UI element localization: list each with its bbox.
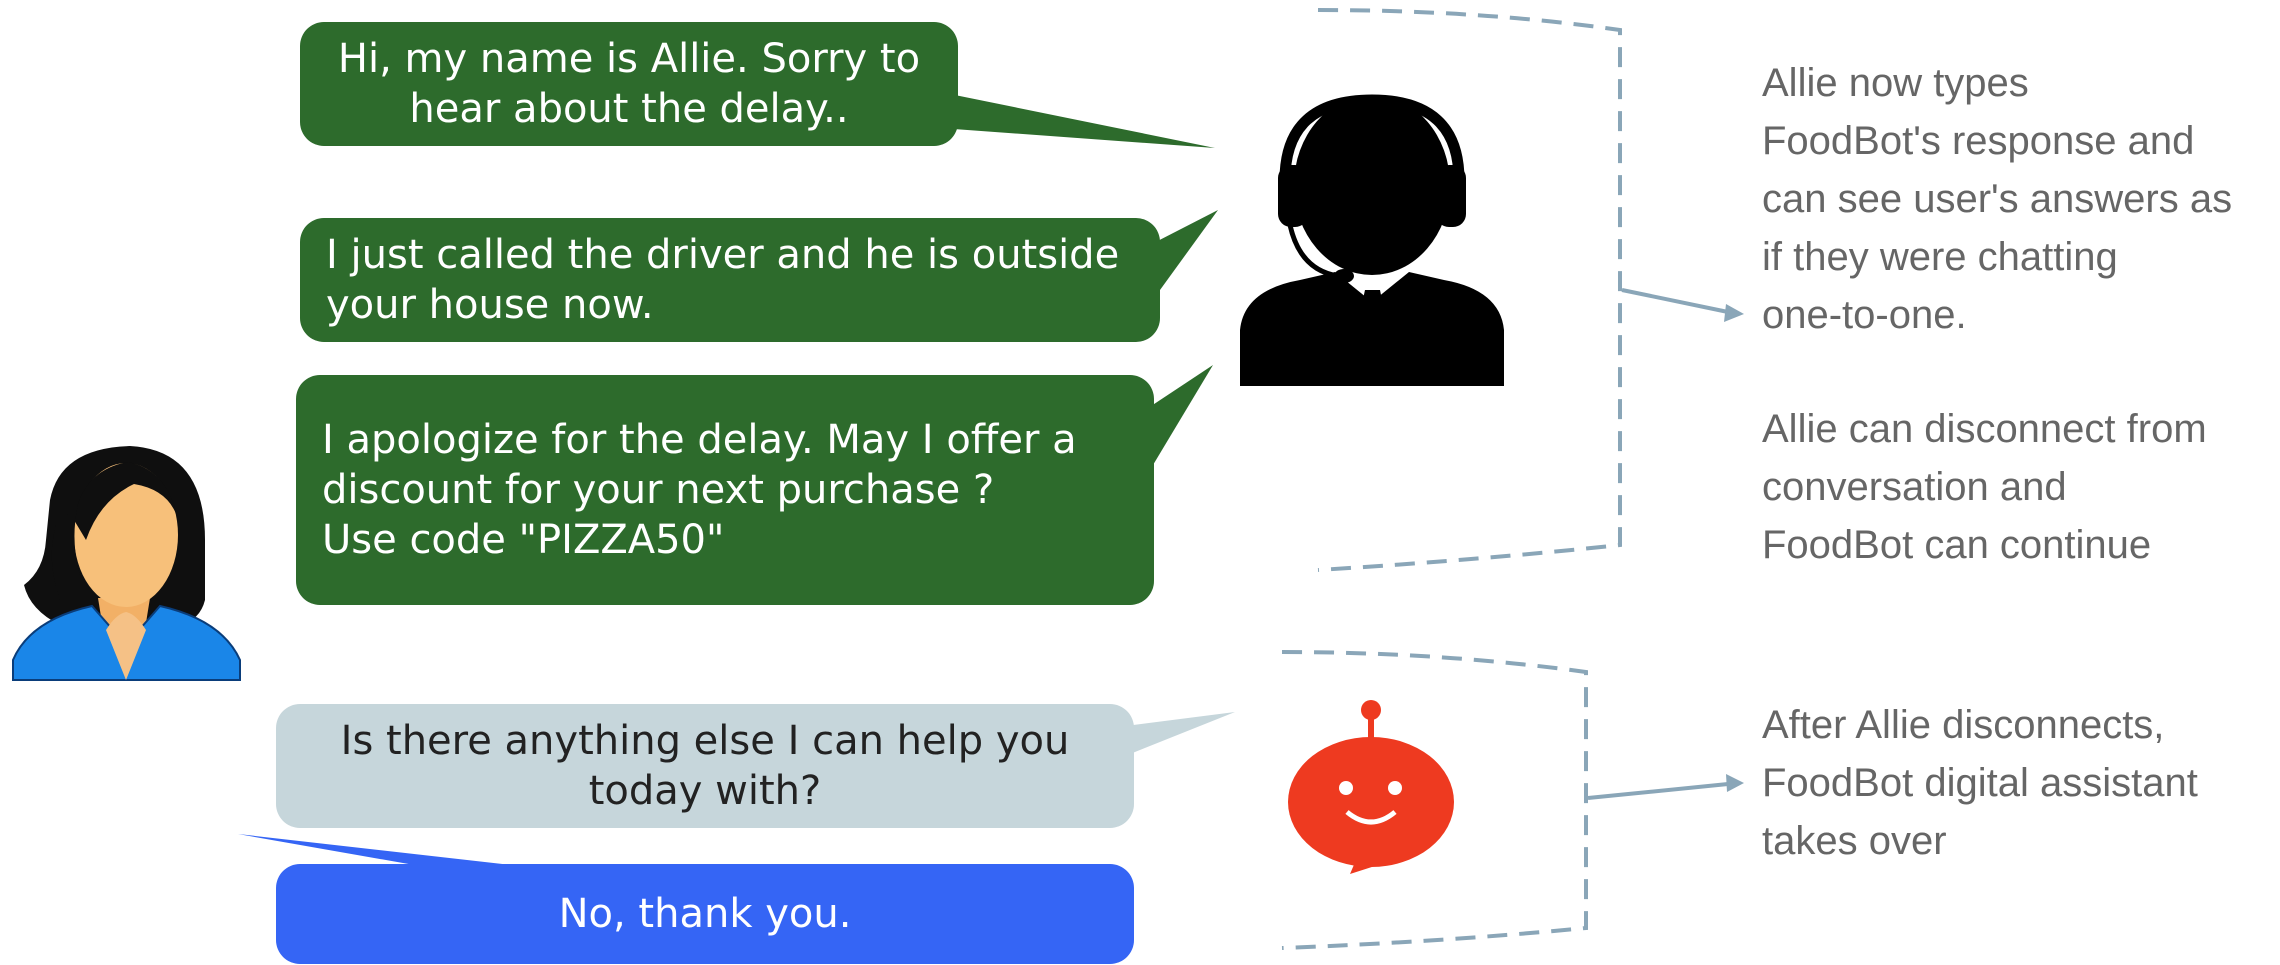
user-bubble-no-thanks: No, thank you. [276, 864, 1134, 964]
bubble-tail-5 [238, 834, 520, 866]
agent-note: Allie now types FoodBot's response and c… [1762, 54, 2232, 344]
bubble-line: Use code "PIZZA50" [322, 517, 725, 563]
note-line: After Allie disconnects, [1762, 703, 2165, 747]
note-line: conversation and [1762, 465, 2067, 509]
agent-arrow [1621, 288, 1729, 314]
woman-avatar-icon [12, 446, 241, 681]
headset-agent-icon [1240, 94, 1504, 386]
note-line: FoodBot's response and [1762, 119, 2195, 163]
note-line: can see user's answers as [1762, 177, 2233, 221]
bubble-line: hear about the delay.. [409, 86, 849, 132]
note-line: Allie can disconnect from [1762, 407, 2207, 451]
bot-bubble-anything-else: Is there anything else I can help you to… [276, 704, 1134, 828]
bot-arrow-head [1726, 774, 1744, 792]
bubble-tail-1 [940, 92, 1215, 148]
bot-note: After Allie disconnects, FoodBot digital… [1762, 696, 2198, 870]
disconnect-note: Allie can disconnect from conversation a… [1762, 400, 2207, 574]
robot-chat-icon [1288, 700, 1454, 874]
note-line: if they were chatting [1762, 235, 2118, 279]
note-line: takes over [1762, 819, 1947, 863]
note-line: FoodBot digital assistant [1762, 761, 2198, 805]
note-line: Allie now types [1762, 61, 2029, 105]
agent-bubble-discount: I apologize for the delay. May I offer a… [296, 375, 1154, 605]
bubble-line: your house now. [326, 282, 654, 328]
note-line: FoodBot can continue [1762, 523, 2152, 567]
note-line: one-to-one. [1762, 293, 1967, 337]
bubble-line: No, thank you. [558, 891, 852, 937]
bubble-line: Hi, my name is Allie. Sorry to [337, 36, 921, 82]
bot-arrow [1587, 782, 1729, 800]
agent-bubble-driver: I just called the driver and he is outsi… [300, 218, 1160, 342]
bubble-line: discount for your next purchase ? [322, 467, 995, 513]
bubble-line: today with? [588, 768, 822, 814]
bubble-line: I just called the driver and he is outsi… [326, 232, 1120, 278]
bubble-line: I apologize for the delay. May I offer a [322, 417, 1077, 463]
agent-arrow-head [1724, 304, 1744, 322]
agent-bubble-greeting: Hi, my name is Allie. Sorry to hear abou… [300, 22, 958, 146]
bubble-line: Is there anything else I can help you [340, 718, 1070, 764]
